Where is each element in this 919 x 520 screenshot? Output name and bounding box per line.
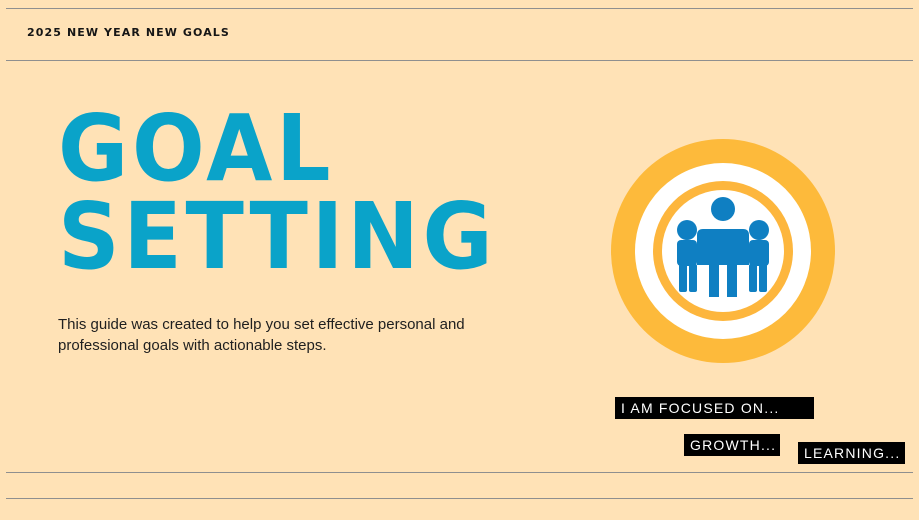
header-label: 2025 NEW YEAR NEW GOALS bbox=[27, 26, 230, 39]
focus-tag: I AM FOCUSED ON... bbox=[615, 397, 814, 419]
top-rule bbox=[6, 8, 913, 9]
title-setting: SETTING bbox=[58, 183, 497, 290]
footer-divider-upper bbox=[6, 472, 913, 473]
team-people-icon bbox=[611, 139, 835, 363]
intro-text: This guide was created to help you set e… bbox=[58, 316, 465, 354]
learning-tag: LEARNING... bbox=[798, 442, 905, 464]
growth-tag: GROWTH... bbox=[684, 434, 780, 456]
header-divider bbox=[6, 60, 913, 61]
title-goal: GOAL bbox=[58, 95, 335, 202]
footer-divider-lower bbox=[6, 498, 913, 499]
